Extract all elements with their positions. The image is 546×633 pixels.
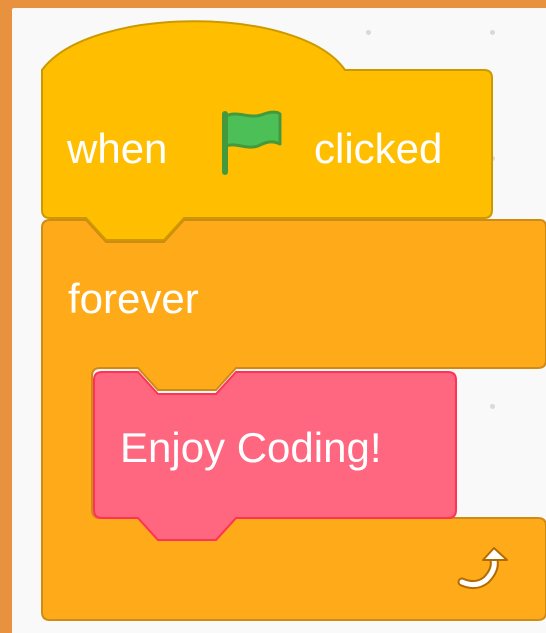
forever-label: forever	[68, 275, 199, 322]
hat-when-label: when	[67, 125, 168, 172]
enjoy-coding-label: Enjoy Coding!	[120, 424, 382, 471]
hat-clicked-label: clicked	[314, 125, 443, 172]
